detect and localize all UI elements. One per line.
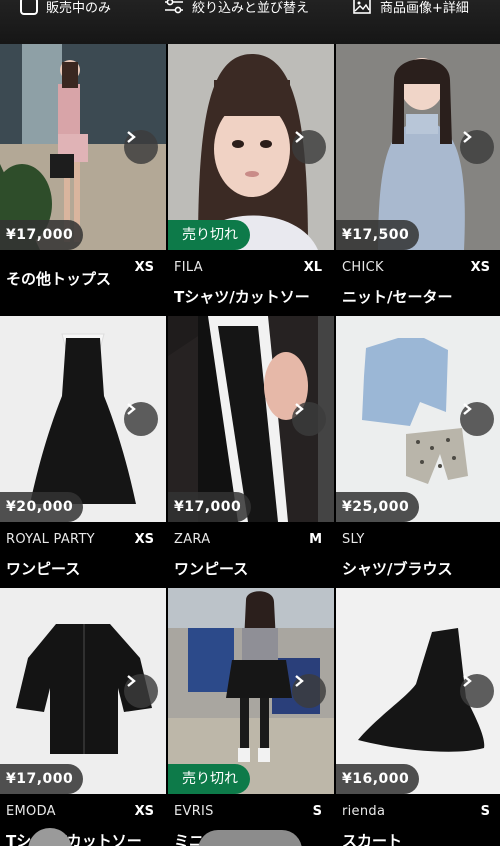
chevron-right-icon — [295, 403, 304, 415]
price-badge: ¥25,000 — [336, 492, 420, 522]
product-grid: ¥17,000 XS その他トップス 売り切れ FILA XL Tシャツ/カット… — [0, 44, 500, 846]
price-badge: ¥17,500 — [336, 220, 420, 250]
next-image-button[interactable] — [124, 130, 158, 164]
price-badge: ¥20,000 — [0, 492, 84, 522]
product-card[interactable]: ¥17,000 XS その他トップス — [0, 44, 166, 316]
size-label: XS — [134, 804, 154, 819]
product-photo[interactable]: ¥17,000 — [0, 588, 166, 794]
top-toolbar: 販売中のみ 絞り込みと並び替え 商品画像+詳細 — [0, 0, 500, 44]
chevron-right-icon — [127, 403, 136, 415]
next-image-button[interactable] — [292, 674, 326, 708]
brand-name: SLY — [342, 532, 365, 547]
brand-name: EMODA — [6, 804, 56, 819]
category-label: スカート — [342, 832, 403, 846]
view-mode-label: 商品画像+詳細 — [380, 0, 469, 16]
category-label: ワンピース — [174, 560, 249, 578]
chevron-right-icon — [463, 131, 472, 143]
chevron-right-icon — [295, 131, 304, 143]
product-photo[interactable]: ¥25,000 — [336, 316, 500, 522]
brand-name: ZARA — [174, 532, 211, 547]
view-mode-button[interactable]: 商品画像+詳細 — [352, 0, 469, 16]
category-label: Tシャツ/カットソー — [174, 288, 310, 306]
chevron-right-icon — [295, 675, 304, 687]
chevron-right-icon — [463, 403, 472, 415]
onsale-only-label: 販売中のみ — [46, 0, 112, 16]
chevron-right-icon — [463, 675, 472, 687]
product-card[interactable]: 売り切れ EVRIS S ミニスカート — [168, 588, 334, 846]
price-badge: ¥16,000 — [336, 764, 420, 794]
product-meta: ZARA M ワンピース — [168, 522, 334, 588]
image-icon — [353, 0, 371, 14]
product-photo[interactable]: ¥16,000 — [336, 588, 500, 794]
size-label: XL — [303, 260, 322, 275]
brand-name: rienda — [342, 804, 386, 819]
size-label: M — [309, 532, 322, 547]
sold-out-badge: 売り切れ — [168, 220, 250, 250]
product-card[interactable]: ¥17,000 EMODA XS Tシャツ/カットソー — [0, 588, 166, 846]
product-meta: FILA XL Tシャツ/カットソー — [168, 250, 334, 316]
product-meta: ROYAL PARTY XS ワンピース — [0, 522, 166, 588]
product-card[interactable]: ¥20,000 ROYAL PARTY XS ワンピース — [0, 316, 166, 588]
brand-name: EVRIS — [174, 804, 214, 819]
category-label: ワンピース — [6, 560, 81, 578]
product-photo[interactable]: ¥20,000 — [0, 316, 166, 522]
product-meta: XS その他トップス — [0, 250, 166, 316]
product-meta: rienda S スカート — [336, 794, 500, 846]
size-label: XS — [134, 532, 154, 547]
next-image-button[interactable] — [460, 402, 494, 436]
product-meta: SLY シャツ/ブラウス — [336, 522, 500, 588]
product-card[interactable]: ¥25,000 SLY シャツ/ブラウス — [336, 316, 500, 588]
product-card[interactable]: ¥16,000 rienda S スカート — [336, 588, 500, 846]
category-label: その他トップス — [6, 270, 112, 288]
next-image-button[interactable] — [124, 402, 158, 436]
size-label: S — [480, 804, 490, 819]
product-photo[interactable]: ¥17,000 — [168, 316, 334, 522]
checkbox-icon[interactable] — [20, 0, 38, 15]
product-card[interactable]: ¥17,000 ZARA M ワンピース — [168, 316, 334, 588]
product-card[interactable]: 売り切れ FILA XL Tシャツ/カットソー — [168, 44, 334, 316]
product-meta: EMODA XS Tシャツ/カットソー — [0, 794, 166, 846]
price-badge: ¥17,000 — [0, 220, 84, 250]
sliders-icon — [165, 0, 183, 14]
onsale-only-toggle[interactable]: 販売中のみ — [20, 0, 112, 16]
brand-name: ROYAL PARTY — [6, 532, 95, 547]
product-meta: CHICK XS ニット/セーター — [336, 250, 500, 316]
size-label: XS — [134, 260, 154, 275]
next-image-button[interactable] — [292, 402, 326, 436]
product-photo[interactable]: ¥17,000 — [0, 44, 166, 250]
next-image-button[interactable] — [460, 674, 494, 708]
price-badge: ¥17,000 — [168, 492, 252, 522]
size-label: XS — [470, 260, 490, 275]
chevron-right-icon — [127, 675, 136, 687]
floating-action-bar[interactable] — [198, 830, 302, 846]
size-label: S — [312, 804, 322, 819]
category-label: シャツ/ブラウス — [342, 560, 453, 578]
product-photo[interactable]: ¥17,500 — [336, 44, 500, 250]
filter-sort-button[interactable]: 絞り込みと並び替え — [164, 0, 310, 16]
next-image-button[interactable] — [124, 674, 158, 708]
chevron-right-icon — [127, 131, 136, 143]
sold-out-badge: 売り切れ — [168, 764, 250, 794]
product-photo[interactable]: 売り切れ — [168, 588, 334, 794]
next-image-button[interactable] — [292, 130, 326, 164]
filter-sort-label: 絞り込みと並び替え — [192, 0, 310, 16]
price-badge: ¥17,000 — [0, 764, 84, 794]
brand-name: CHICK — [342, 260, 384, 275]
brand-name: FILA — [174, 260, 203, 275]
next-image-button[interactable] — [460, 130, 494, 164]
product-photo[interactable]: 売り切れ — [168, 44, 334, 250]
category-label: ニット/セーター — [342, 288, 453, 306]
product-card[interactable]: ¥17,500 CHICK XS ニット/セーター — [336, 44, 500, 316]
